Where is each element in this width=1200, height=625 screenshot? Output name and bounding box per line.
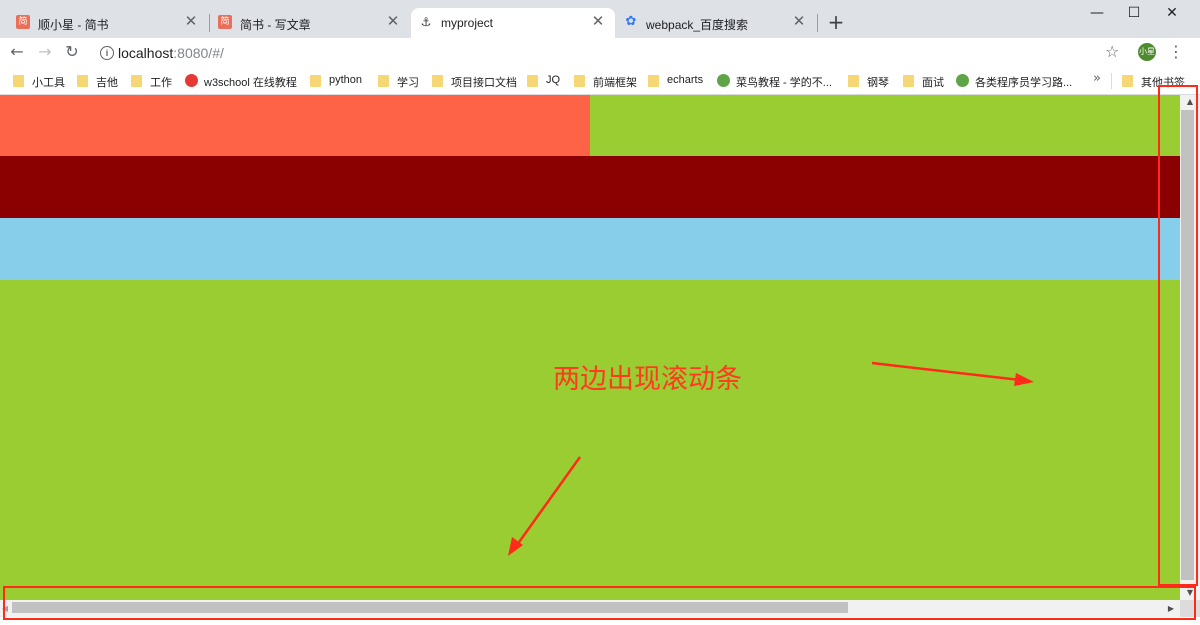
close-window-button[interactable]: ✕: [1157, 4, 1187, 22]
tab-title: 简书 - 写文章: [240, 18, 311, 32]
project-icon: ⚓: [420, 15, 432, 29]
vertical-scrollbar-highlight-box: [1158, 85, 1198, 586]
folder-icon: [648, 75, 659, 87]
close-tab-icon[interactable]: ✕: [384, 12, 402, 30]
bookmark-label: 钢琴: [867, 77, 889, 89]
bookmark-label: JQ: [546, 74, 561, 86]
tab-jianshu-profile[interactable]: 简 顺小星 - 简书 ✕: [8, 8, 208, 38]
close-tab-icon[interactable]: ✕: [790, 12, 808, 30]
page-viewport: [0, 95, 1180, 600]
back-button[interactable]: ←: [6, 41, 28, 63]
tab-title: webpack_百度搜索: [646, 18, 749, 32]
w3school-icon: [185, 74, 198, 87]
jianshu-icon: 简: [16, 15, 30, 29]
tab-myproject[interactable]: ⚓ myproject ✕: [411, 8, 615, 38]
folder-icon: [310, 75, 321, 87]
minimize-button[interactable]: —: [1082, 4, 1112, 22]
browser-toolbar: ← → ↻ i localhost:8080/#/ ☆ 小星 ⋮: [0, 38, 1200, 67]
bookmark-label: 前端框架: [593, 77, 637, 89]
address-bar[interactable]: i localhost:8080/#/: [92, 41, 1134, 65]
annotation-text: 两边出现滚动条: [553, 364, 742, 395]
folder-icon: [527, 75, 538, 87]
bookmark-star-icon[interactable]: ☆: [1105, 42, 1119, 61]
bookmark-label: echarts: [667, 74, 704, 86]
url-text: localhost:8080/#/: [118, 45, 224, 61]
site-info-icon[interactable]: i: [100, 46, 114, 60]
folder-icon: [378, 75, 389, 87]
more-bookmarks-chevron-icon[interactable]: »: [1093, 71, 1101, 86]
folder-icon: [432, 75, 443, 87]
url-host: localhost: [118, 45, 174, 61]
bookmark-label: 菜鸟教程 - 学的不...: [736, 77, 832, 89]
yellowgreen-top-block: [590, 95, 1180, 156]
bookmark-label: 工作: [150, 77, 172, 89]
tab-separator: [817, 14, 818, 32]
tab-jianshu-write[interactable]: 简 简书 - 写文章 ✕: [210, 8, 410, 38]
tab-title: myproject: [441, 16, 494, 30]
folder-icon: [77, 75, 88, 87]
skyblue-block: [0, 218, 1180, 280]
browser-menu-icon[interactable]: ⋮: [1168, 42, 1184, 61]
close-tab-icon[interactable]: ✕: [589, 12, 607, 30]
bookmark-label: python: [329, 74, 363, 86]
maximize-button[interactable]: ☐: [1119, 4, 1149, 22]
url-path: :8080/#/: [173, 45, 224, 61]
tab-webpack-search[interactable]: ✿ webpack_百度搜索 ✕: [616, 8, 816, 38]
reload-button[interactable]: ↻: [61, 41, 83, 63]
runoob-icon: [717, 74, 730, 87]
runoob-icon: [956, 74, 969, 87]
folder-icon: [903, 75, 914, 87]
bookmark-label: 各类程序员学习路...: [975, 77, 1073, 89]
bookmark-label: w3school 在线教程: [204, 77, 297, 89]
jianshu-icon: 简: [218, 15, 232, 29]
yellowgreen-main-block: [0, 280, 1180, 600]
bookmark-label: 项目接口文档: [451, 77, 517, 89]
bookmark-label: 小工具: [32, 77, 65, 89]
bookmark-label: 吉他: [96, 77, 118, 89]
horizontal-scrollbar-highlight-box: [3, 586, 1196, 620]
bookmark-label: 面试: [922, 77, 944, 89]
folder-icon: [848, 75, 859, 87]
title-bar-accent: [0, 0, 180, 4]
close-tab-icon[interactable]: ✕: [182, 12, 200, 30]
darkred-block: [0, 156, 1180, 218]
baidu-paw-icon: ✿: [625, 14, 637, 29]
tomato-block: [0, 95, 590, 156]
bookmarks-bar: 小工具 吉他 工作 w3school 在线教程 python 学习 项目接口文档…: [0, 67, 1200, 95]
folder-icon: [131, 75, 142, 87]
profile-avatar[interactable]: 小星: [1138, 43, 1156, 61]
bookmark-label: 学习: [397, 77, 419, 89]
forward-button[interactable]: →: [34, 41, 56, 63]
folder-icon: [1122, 75, 1133, 87]
new-tab-button[interactable]: +: [826, 12, 846, 32]
tab-title: 顺小星 - 简书: [38, 18, 109, 32]
bookmarks-divider: [1111, 73, 1112, 89]
tab-strip: 简 顺小星 - 简书 ✕ 简 简书 - 写文章 ✕ ⚓ myproject ✕ …: [0, 0, 1200, 38]
folder-icon: [574, 75, 585, 87]
folder-icon: [13, 75, 24, 87]
